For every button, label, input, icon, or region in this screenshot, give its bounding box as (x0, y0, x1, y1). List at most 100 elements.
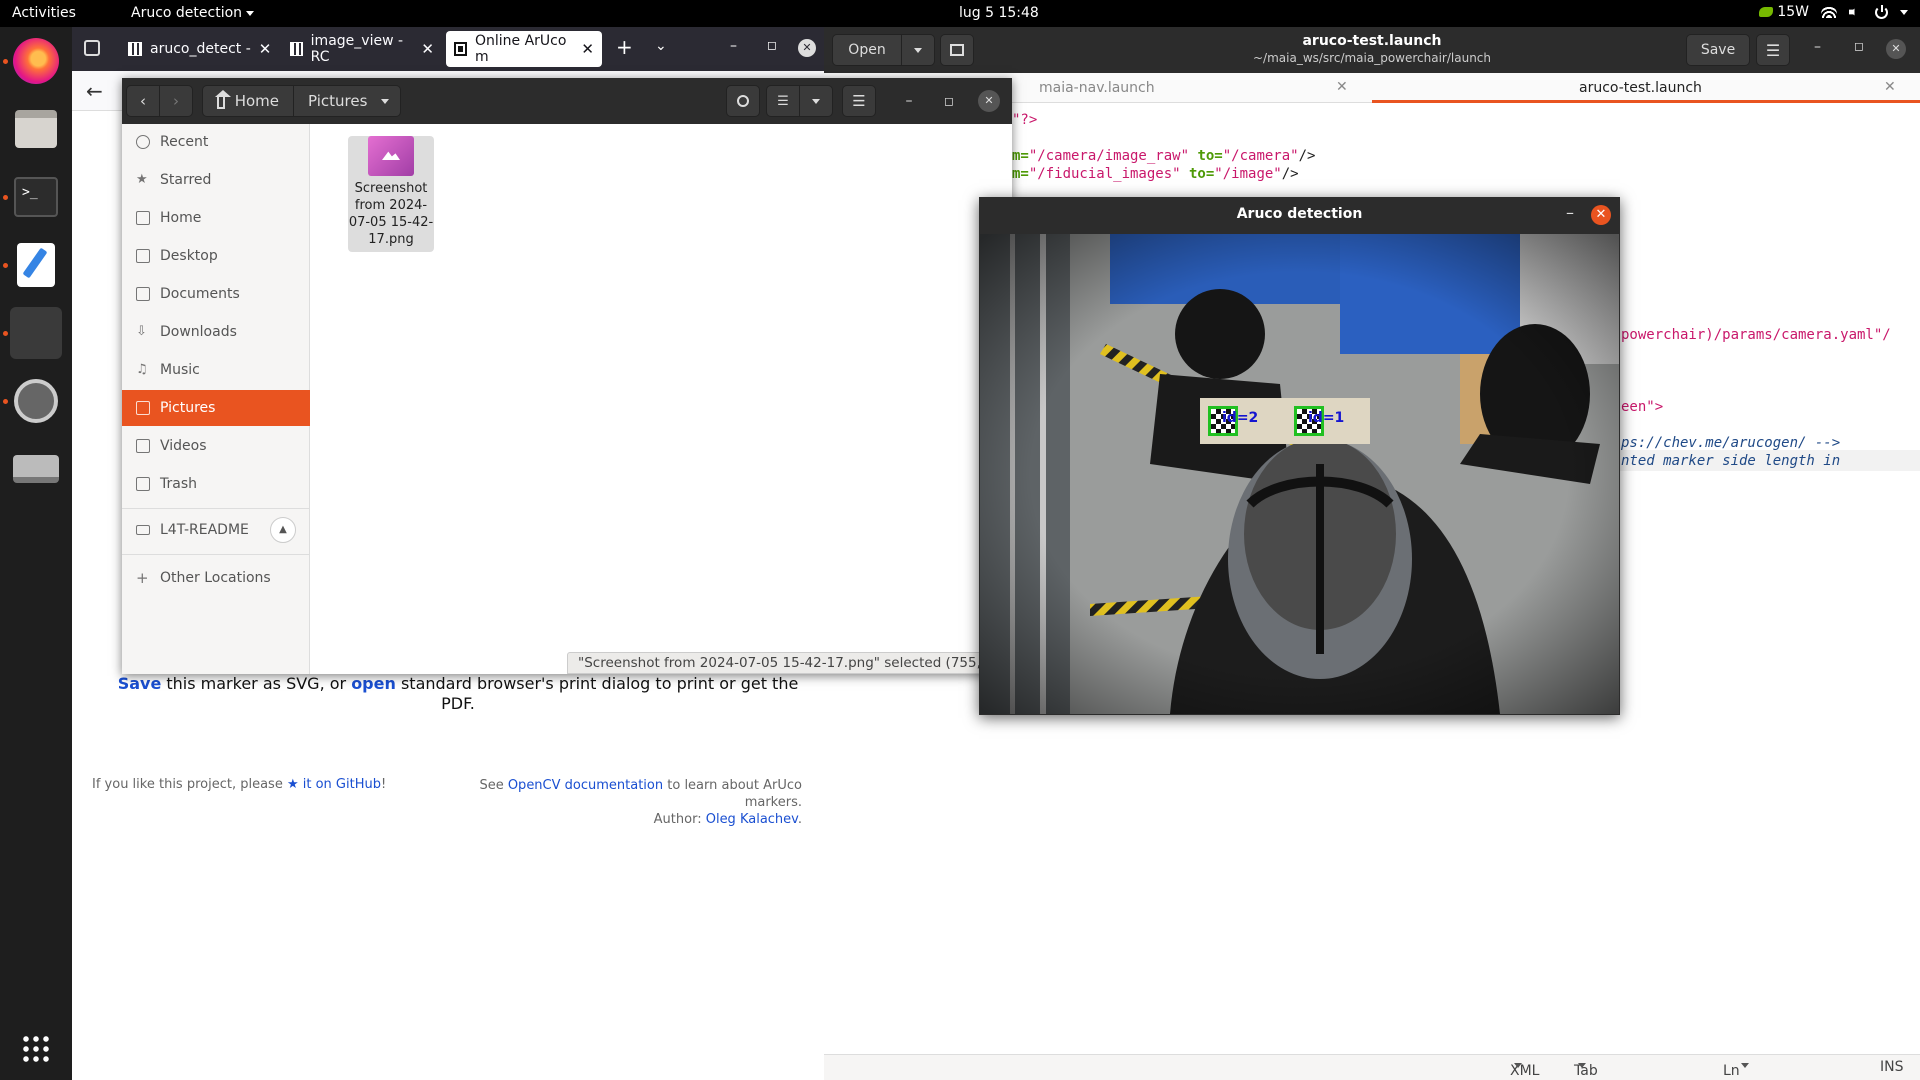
close-window-icon[interactable]: ✕ (1886, 39, 1906, 59)
sidebar-item-other-locations[interactable]: + Other Locations (122, 560, 310, 596)
code-line[interactable]: een"> (1621, 399, 1663, 415)
close-window-icon[interactable]: ✕ (1591, 205, 1611, 225)
tab-overview-icon[interactable] (84, 40, 100, 56)
system-tray[interactable]: 15W (1759, 4, 1908, 20)
new-tab-icon[interactable]: + (616, 35, 633, 59)
camera-frame (980, 234, 1619, 714)
show-applications-button[interactable] (10, 1023, 62, 1075)
tab-aruco-test[interactable]: aruco-test.launch (1579, 80, 1702, 96)
save-svg-link[interactable]: Save (118, 674, 162, 693)
camera-image: id=2 id=1 (980, 234, 1619, 714)
close-tab-icon[interactable]: ✕ (1884, 79, 1896, 95)
code-line[interactable]: m="/fiducial_images" to="/image"/> (1012, 166, 1299, 182)
sidebar-item-documents[interactable]: Documents (122, 276, 310, 312)
back-arrow-icon[interactable]: ← (86, 79, 103, 103)
activities-button[interactable]: Activities (12, 5, 76, 21)
drive-launcher[interactable] (10, 443, 62, 495)
close-tab-icon[interactable]: ✕ (1336, 79, 1348, 95)
sidebar-item-label: Recent (160, 134, 209, 150)
document-icon (136, 287, 150, 301)
sidebar-item-music[interactable]: ♫ Music (122, 352, 310, 388)
sidebar-item-pictures[interactable]: Pictures (122, 390, 310, 426)
browser-tab[interactable]: aruco_detect - ✕ (120, 31, 280, 67)
code-line[interactable]: ps://chev.me/arucogen/ --> (1621, 435, 1840, 451)
home-icon (136, 211, 150, 225)
author-link[interactable]: Oleg Kalachev (706, 812, 798, 827)
sidebar-item-recent[interactable]: Recent (122, 124, 310, 160)
forward-button[interactable]: › (159, 85, 193, 117)
close-tab-icon[interactable]: ✕ (581, 40, 594, 58)
plus-icon: + (136, 569, 149, 587)
sidebar-item-desktop[interactable]: Desktop (122, 238, 310, 274)
code-line[interactable]: powerchair)/params/camera.yaml"/ (1621, 327, 1891, 343)
sidebar-item-home[interactable]: Home (122, 200, 310, 236)
app-launcher[interactable] (10, 307, 62, 359)
close-window-icon[interactable]: ✕ (798, 39, 816, 57)
sidebar-item-downloads[interactable]: ⇩ Downloads (122, 314, 310, 350)
file-item-screenshot[interactable]: Screenshot from 2024- 07-05 15-42- 17.pn… (348, 136, 434, 252)
close-tab-icon[interactable]: ✕ (259, 40, 272, 58)
drive-icon (13, 455, 59, 483)
insert-mode-label[interactable]: INS (1880, 1059, 1904, 1075)
clock[interactable]: lug 5 15:48 (959, 5, 1039, 21)
volume-icon[interactable] (1849, 6, 1858, 18)
sidebar-divider (122, 508, 310, 509)
code-line[interactable]: "?> (1012, 112, 1037, 128)
footer-text: If you like this project, please (92, 777, 287, 792)
list-view-icon: ☰ (777, 93, 789, 109)
maximize-icon[interactable]: ◻ (1854, 39, 1864, 53)
music-icon: ♫ (136, 362, 148, 377)
hamburger-icon: ☰ (852, 92, 866, 110)
wifi-icon[interactable] (1821, 6, 1837, 18)
firefox-launcher[interactable] (10, 35, 62, 87)
nvidia-icon[interactable] (1759, 7, 1774, 17)
code-token: /> (1298, 148, 1316, 164)
minimize-icon[interactable]: – (898, 90, 920, 112)
opencv-docs-link[interactable]: OpenCV documentation (508, 778, 663, 793)
maximize-icon[interactable]: ◻ (767, 38, 777, 52)
image-search-launcher[interactable] (10, 375, 62, 427)
sidebar-item-label: Pictures (160, 400, 216, 416)
minimize-icon[interactable]: – (1814, 39, 1821, 55)
open-print-link[interactable]: open (351, 674, 396, 693)
system-menu-chevron-icon[interactable] (1900, 9, 1908, 15)
list-view-button[interactable]: ☰ (766, 85, 800, 117)
files-launcher[interactable] (10, 103, 62, 155)
text-editor-launcher[interactable] (10, 239, 62, 291)
sidebar-item-starred[interactable]: ★ Starred (122, 162, 310, 198)
minimize-icon[interactable]: – (1566, 203, 1574, 222)
browser-tab-active[interactable]: Online ArUco m ✕ (446, 31, 602, 67)
breadcrumb-pictures[interactable]: Pictures (293, 85, 401, 117)
main-menu-button[interactable]: ☰ (1756, 34, 1790, 66)
terminal-launcher[interactable]: >_ (10, 171, 62, 223)
close-window-icon[interactable]: ✕ (978, 90, 1000, 112)
files-menu-button[interactable]: ☰ (842, 85, 876, 117)
sidebar-item-label: Desktop (160, 248, 218, 264)
code-line[interactable]: m="/camera/image_raw" to="/camera"/> (1012, 148, 1315, 164)
star-icon: ★ (136, 172, 148, 187)
sidebar-item-l4t-readme[interactable]: L4T-README ▲ (122, 512, 310, 548)
back-button[interactable]: ‹ (126, 85, 160, 117)
breadcrumb-home[interactable]: Home (202, 85, 294, 117)
close-tab-icon[interactable]: ✕ (421, 40, 434, 58)
github-star-link[interactable]: ★ it on GitHub (287, 777, 381, 792)
search-button[interactable] (726, 85, 760, 117)
window-title: Aruco detection (1236, 206, 1363, 222)
list-tabs-chevron-icon[interactable]: ⌄ (655, 38, 667, 54)
view-options-dropdown[interactable] (799, 85, 833, 117)
code-token: to= (1180, 166, 1215, 182)
maximize-icon[interactable]: ◻ (938, 90, 960, 112)
video-icon (136, 439, 150, 453)
browser-tab[interactable]: image_view - RC ✕ (282, 31, 442, 67)
power-icon[interactable] (1875, 4, 1888, 19)
sidebar-item-videos[interactable]: Videos (122, 428, 310, 464)
save-button[interactable]: Save (1686, 34, 1750, 66)
sidebar-item-trash[interactable]: Trash (122, 466, 310, 502)
tab-maia-nav[interactable]: maia-nav.launch (1039, 80, 1155, 96)
eject-icon[interactable]: ▲ (270, 517, 296, 543)
app-menu[interactable]: Aruco detection (131, 5, 255, 21)
code-line[interactable]: nted marker side length in (1621, 453, 1840, 469)
power-mode-label[interactable]: 15W (1777, 4, 1809, 20)
chevron-down-icon (812, 98, 820, 104)
minimize-icon[interactable]: – (730, 38, 737, 54)
